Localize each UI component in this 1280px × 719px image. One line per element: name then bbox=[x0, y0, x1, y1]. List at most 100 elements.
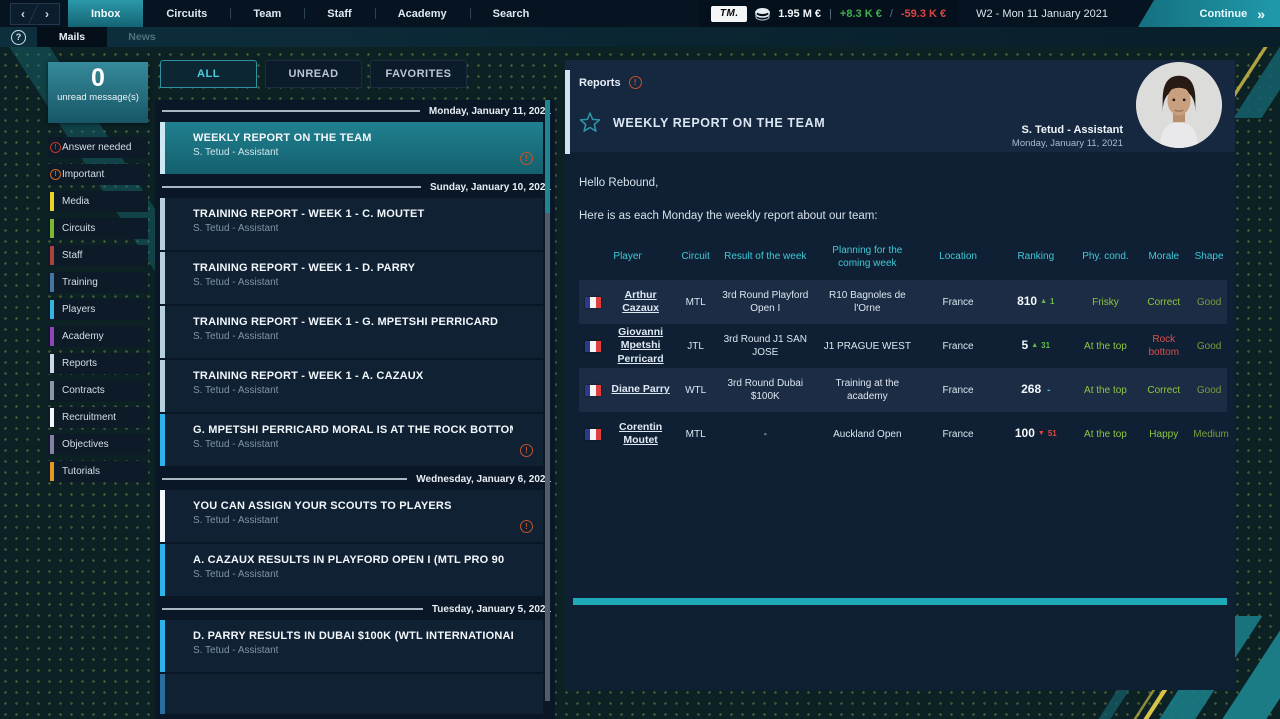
filter-label: Recruitment bbox=[62, 412, 116, 423]
mail-item[interactable]: TRAINING REPORT - WEEK 1 - A. CAZAUX S. … bbox=[160, 360, 543, 412]
main-nav-tab[interactable]: Search bbox=[470, 0, 553, 27]
player-cell: Corentin Moutet bbox=[579, 419, 676, 449]
main-nav-tab[interactable]: Academy bbox=[375, 0, 470, 27]
sidebar-filter-item[interactable]: Training bbox=[48, 272, 148, 293]
continue-button[interactable]: Continue » bbox=[1138, 0, 1280, 27]
history-nav: ‹ › bbox=[10, 3, 60, 25]
filter-label: Tutorials bbox=[62, 466, 100, 477]
report-footer-divider bbox=[573, 598, 1227, 605]
mail-sender: S. Tetud - Assistant bbox=[193, 223, 513, 234]
filter-marker-icon bbox=[50, 408, 54, 427]
sub-nav-tab[interactable]: Mails bbox=[37, 27, 107, 47]
main-nav-tab[interactable]: Inbox bbox=[68, 0, 143, 27]
sub-nav-tab-label: Mails bbox=[59, 31, 85, 43]
filter-marker-icon: ! bbox=[50, 169, 61, 180]
sidebar-filter-item[interactable]: Media bbox=[48, 191, 148, 212]
location-cell: France bbox=[919, 338, 997, 355]
ranking-trend-icon: ▼ bbox=[1038, 429, 1045, 438]
mail-item[interactable]: A. CAZAUX RESULTS IN PLAYFORD OPEN I (MT… bbox=[160, 544, 543, 596]
sidebar-filter-item[interactable]: Players bbox=[48, 299, 148, 320]
sidebar-filter-item[interactable]: Recruitment bbox=[48, 407, 148, 428]
player-link[interactable]: Corentin Moutet bbox=[607, 421, 674, 447]
sidebar-filter-item[interactable]: Contracts bbox=[48, 380, 148, 401]
table-column-header: Player bbox=[579, 251, 676, 264]
mail-item[interactable]: D. PARRY RESULTS IN DUBAI $100K (WTL INT… bbox=[160, 620, 543, 672]
phy-cond-cell: At the top bbox=[1075, 382, 1137, 399]
mail-list-tab[interactable]: UNREAD bbox=[265, 60, 362, 88]
mail-title: D. PARRY RESULTS IN DUBAI $100K (WTL INT… bbox=[193, 630, 513, 642]
funds-box[interactable]: TM. 1.95 M € | +8.3 K € / -59.3 K € bbox=[699, 0, 958, 27]
filter-label: Important bbox=[62, 169, 104, 180]
forward-icon[interactable]: › bbox=[45, 7, 49, 21]
ranking-value: 100 bbox=[1015, 426, 1035, 442]
filter-marker-icon: ! bbox=[50, 142, 61, 153]
scrollbar-thumb[interactable] bbox=[545, 100, 550, 213]
back-icon[interactable]: ‹ bbox=[21, 7, 25, 21]
help-icon[interactable]: ? bbox=[11, 30, 26, 45]
ranking-value: 268 bbox=[1021, 382, 1041, 398]
player-cell: Arthur Cazaux bbox=[579, 287, 676, 317]
mail-title: WEEKLY REPORT ON THE TEAM bbox=[193, 132, 513, 144]
mail-sender: S. Tetud - Assistant bbox=[193, 147, 513, 158]
location-cell: France bbox=[919, 382, 997, 399]
ranking-cell: 268 - bbox=[997, 380, 1075, 400]
phy-cond-cell: Frisky bbox=[1075, 294, 1137, 311]
mail-item[interactable]: G. MPETSHI PERRICARD MORAL IS AT THE ROC… bbox=[160, 414, 543, 466]
sidebar-filter-item[interactable]: ! Answer needed bbox=[48, 137, 148, 158]
mail-list-tab[interactable]: ALL bbox=[160, 60, 257, 88]
mail-item[interactable]: TRAINING REPORT - WEEK 1 - C. MOUTET S. … bbox=[160, 198, 543, 250]
mail-list-tab-label: UNREAD bbox=[288, 68, 338, 80]
mail-sidebar: 0 unread message(s) ! Answer needed ! Im… bbox=[48, 62, 148, 488]
important-icon: ! bbox=[629, 76, 642, 89]
player-cell: Giovanni Mpetshi Perricard bbox=[579, 324, 676, 367]
filter-label: Reports bbox=[62, 358, 97, 369]
sidebar-filter-item[interactable]: Circuits bbox=[48, 218, 148, 239]
mail-sender: S. Tetud - Assistant bbox=[193, 439, 513, 450]
ranking-change: 1 bbox=[1050, 297, 1054, 307]
table-header-row: PlayerCircuitResult of the weekPlanning … bbox=[579, 239, 1227, 280]
important-icon: ! bbox=[520, 152, 533, 165]
morale-cell: Happy bbox=[1136, 426, 1191, 443]
filter-marker-icon bbox=[50, 462, 54, 481]
divider-line bbox=[162, 186, 421, 188]
mail-item[interactable]: YOU CAN ASSIGN YOUR SCOUTS TO PLAYERS S.… bbox=[160, 490, 543, 542]
mail-item[interactable]: WEEKLY REPORT ON THE TEAM S. Tetud - Ass… bbox=[160, 122, 543, 174]
main-nav-tab[interactable]: Team bbox=[230, 0, 304, 27]
circuit-cell: JTL bbox=[676, 338, 715, 355]
funds-expense: -59.3 K € bbox=[901, 8, 946, 20]
funds-separator-2: / bbox=[890, 8, 893, 20]
result-cell: 3rd Round Dubai $100K bbox=[715, 375, 815, 405]
ranking-value: 5 bbox=[1022, 338, 1029, 354]
main-nav-tab[interactable]: Circuits bbox=[143, 0, 230, 27]
sub-nav-tab[interactable]: News bbox=[107, 27, 177, 47]
report-table-row: Giovanni Mpetshi Perricard JTL 3rd Round… bbox=[579, 324, 1227, 368]
divider-date: Wednesday, January 6, 2021 bbox=[416, 474, 551, 485]
mail-list-tab[interactable]: FAVORITES bbox=[370, 60, 467, 88]
favorite-star-icon[interactable] bbox=[579, 112, 601, 134]
avatar bbox=[1136, 62, 1222, 148]
sidebar-filter-item[interactable]: Tutorials bbox=[48, 461, 148, 482]
unread-bar bbox=[160, 490, 165, 542]
mail-item[interactable]: ! bbox=[160, 674, 543, 714]
mail-title: TRAINING REPORT - WEEK 1 - A. CAZAUX bbox=[193, 370, 513, 382]
main-nav-tab[interactable]: Staff bbox=[304, 0, 374, 27]
mail-item[interactable]: TRAINING REPORT - WEEK 1 - G. MPETSHI PE… bbox=[160, 306, 543, 358]
sidebar-filter-item[interactable]: Staff bbox=[48, 245, 148, 266]
player-link[interactable]: Arthur Cazaux bbox=[607, 289, 674, 315]
sidebar-filter-item[interactable]: Objectives bbox=[48, 434, 148, 455]
main-nav-tab-label: Inbox bbox=[91, 8, 120, 20]
sidebar-filter-item[interactable]: Reports bbox=[48, 353, 148, 374]
filter-marker-icon bbox=[50, 435, 54, 454]
player-link[interactable]: Giovanni Mpetshi Perricard bbox=[607, 326, 674, 365]
ranking-trend-icon: ▲ bbox=[1031, 341, 1038, 350]
player-link[interactable]: Diane Parry bbox=[607, 383, 674, 396]
sidebar-filter-item[interactable]: Academy bbox=[48, 326, 148, 347]
mail-item[interactable]: TRAINING REPORT - WEEK 1 - D. PARRY S. T… bbox=[160, 252, 543, 304]
unread-label: unread message(s) bbox=[48, 92, 148, 103]
mail-filter-list: ! Answer needed ! Important Media Circui… bbox=[48, 137, 148, 482]
planning-cell: R10 Bagnoles de l'Orne bbox=[816, 287, 920, 317]
main-nav-tab-label: Team bbox=[253, 8, 281, 20]
shape-cell: Good bbox=[1191, 338, 1227, 355]
sidebar-filter-item[interactable]: ! Important bbox=[48, 164, 148, 185]
scrollbar-track[interactable] bbox=[545, 213, 550, 701]
